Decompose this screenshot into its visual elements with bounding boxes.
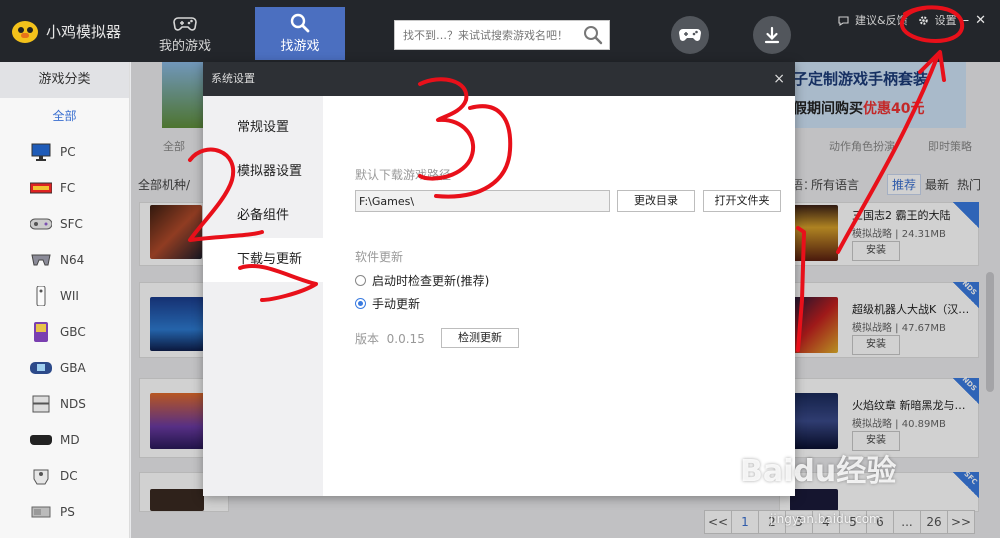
sidebar-item-ps[interactable]: PS xyxy=(0,494,129,530)
sidebar-item-n64[interactable]: N64 xyxy=(0,242,129,278)
version-info: 版本 0.0.15 xyxy=(355,330,425,347)
sidebar-item-md[interactable]: MD xyxy=(0,422,129,458)
game-search-box xyxy=(394,20,610,50)
radio-auto-check[interactable]: 启动时检查更新(推荐) xyxy=(355,272,489,289)
fc-console-icon xyxy=(30,179,52,197)
version-value: 0.0.15 xyxy=(386,332,425,346)
gear-icon[interactable] xyxy=(918,15,929,26)
sidebar-item-label: N64 xyxy=(60,253,85,267)
menu-general-settings[interactable]: 常规设置 xyxy=(203,106,323,150)
chick-logo-icon xyxy=(10,18,40,44)
dialog-close-button[interactable]: × xyxy=(773,62,785,96)
download-path-field[interactable] xyxy=(355,190,610,212)
open-folder-button[interactable]: 打开文件夹 xyxy=(703,190,781,212)
sidebar-item-label: PC xyxy=(60,145,76,159)
radio-button[interactable] xyxy=(355,275,366,286)
settings-dialog: 系统设置 × 常规设置 模拟器设置 必备组件 下载与更新 默认下载游戏路径 更改… xyxy=(203,62,795,496)
tab-find-games-label: 找游戏 xyxy=(280,39,320,54)
settings-panel: 默认下载游戏路径 更改目录 打开文件夹 软件更新 启动时检查更新(推荐) 手动更… xyxy=(323,96,795,496)
gba-handheld-icon xyxy=(30,359,52,377)
menu-download-update[interactable]: 下载与更新 xyxy=(203,238,323,282)
radio-button[interactable] xyxy=(355,298,366,309)
gamepad-icon xyxy=(679,29,701,41)
sidebar-item-label: FC xyxy=(60,181,76,195)
sfc-controller-icon xyxy=(30,215,52,233)
settings-link[interactable]: 设置 xyxy=(935,12,957,28)
dialog-titlebar: 系统设置 × xyxy=(203,62,795,96)
sidebar-item-nds[interactable]: NDS xyxy=(0,386,129,422)
sidebar-item-label: NDS xyxy=(60,397,86,411)
sidebar-header: 游戏分类 xyxy=(0,62,129,98)
nds-handheld-icon xyxy=(30,395,52,413)
ps-console-icon xyxy=(30,503,52,521)
radio-label: 手动更新 xyxy=(372,297,421,311)
search-input[interactable] xyxy=(395,21,575,49)
gamepad-button[interactable] xyxy=(671,16,709,54)
watermark-url: jingyan.baidu.com xyxy=(770,512,881,526)
menu-emulator-settings[interactable]: 模拟器设置 xyxy=(203,150,323,194)
radio-manual-update[interactable]: 手动更新 xyxy=(355,295,420,312)
sidebar-item-wii[interactable]: WII xyxy=(0,278,129,314)
change-directory-button[interactable]: 更改目录 xyxy=(617,190,695,212)
sidebar-item-label: WII xyxy=(60,289,79,303)
dc-controller-icon xyxy=(30,467,52,485)
gamepad-icon xyxy=(173,17,197,31)
close-button[interactable]: ✕ xyxy=(975,13,986,28)
app-brand: 小鸡模拟器 xyxy=(10,18,121,44)
sidebar-item-all[interactable]: 全部 xyxy=(0,98,129,134)
tab-my-games[interactable]: 我的游戏 xyxy=(140,7,230,60)
app-name: 小鸡模拟器 xyxy=(46,22,122,41)
monitor-icon xyxy=(30,143,52,161)
software-update-label: 软件更新 xyxy=(355,250,404,264)
baidu-watermark: Baidu经验 xyxy=(740,454,897,489)
menu-required-components[interactable]: 必备组件 xyxy=(203,194,323,238)
dialog-title: 系统设置 xyxy=(211,72,255,85)
category-sidebar: 游戏分类 全部 PC FC SFC N64 WII GBC GBA NDS MD… xyxy=(0,62,130,538)
n64-controller-icon xyxy=(30,251,52,269)
sidebar-item-label: PS xyxy=(60,505,75,519)
download-path-label: 默认下载游戏路径 xyxy=(355,168,452,182)
md-controller-icon xyxy=(30,431,52,449)
check-update-button[interactable]: 检测更新 xyxy=(441,328,519,348)
sidebar-item-fc[interactable]: FC xyxy=(0,170,129,206)
search-icon[interactable] xyxy=(583,25,603,45)
chat-bubble-icon xyxy=(838,15,849,26)
wii-remote-icon xyxy=(30,286,52,306)
sidebar-item-label: GBA xyxy=(60,361,86,375)
sidebar-item-label: GBC xyxy=(60,325,86,339)
sidebar-item-gbc[interactable]: GBC xyxy=(0,314,129,350)
minimize-button[interactable]: – xyxy=(963,13,970,28)
settings-menu: 常规设置 模拟器设置 必备组件 下载与更新 xyxy=(203,96,323,496)
sidebar-item-label: DC xyxy=(60,469,78,483)
sidebar-item-label: SFC xyxy=(60,217,83,231)
version-label: 版本 xyxy=(355,332,380,346)
sidebar-item-gba[interactable]: GBA xyxy=(0,350,129,386)
sidebar-item-sfc[interactable]: SFC xyxy=(0,206,129,242)
feedback-link[interactable]: 建议&反馈 xyxy=(855,12,908,28)
tab-find-games[interactable]: 找游戏 xyxy=(255,7,345,60)
sidebar-item-label: MD xyxy=(60,433,80,447)
sidebar-item-dc[interactable]: DC xyxy=(0,458,129,494)
download-button[interactable] xyxy=(753,16,791,54)
search-icon xyxy=(290,13,310,33)
top-links: 建议&反馈 设置 – ✕ xyxy=(838,12,986,28)
download-icon xyxy=(764,26,780,44)
radio-label: 启动时检查更新(推荐) xyxy=(372,274,490,288)
sidebar-item-pc[interactable]: PC xyxy=(0,134,129,170)
gbc-handheld-icon xyxy=(30,322,52,342)
tab-my-games-label: 我的游戏 xyxy=(158,39,211,54)
top-bar: 小鸡模拟器 我的游戏 找游戏 找不到…？来试试搜索游戏名吧！ 建议&反馈 设置 … xyxy=(0,0,1000,62)
